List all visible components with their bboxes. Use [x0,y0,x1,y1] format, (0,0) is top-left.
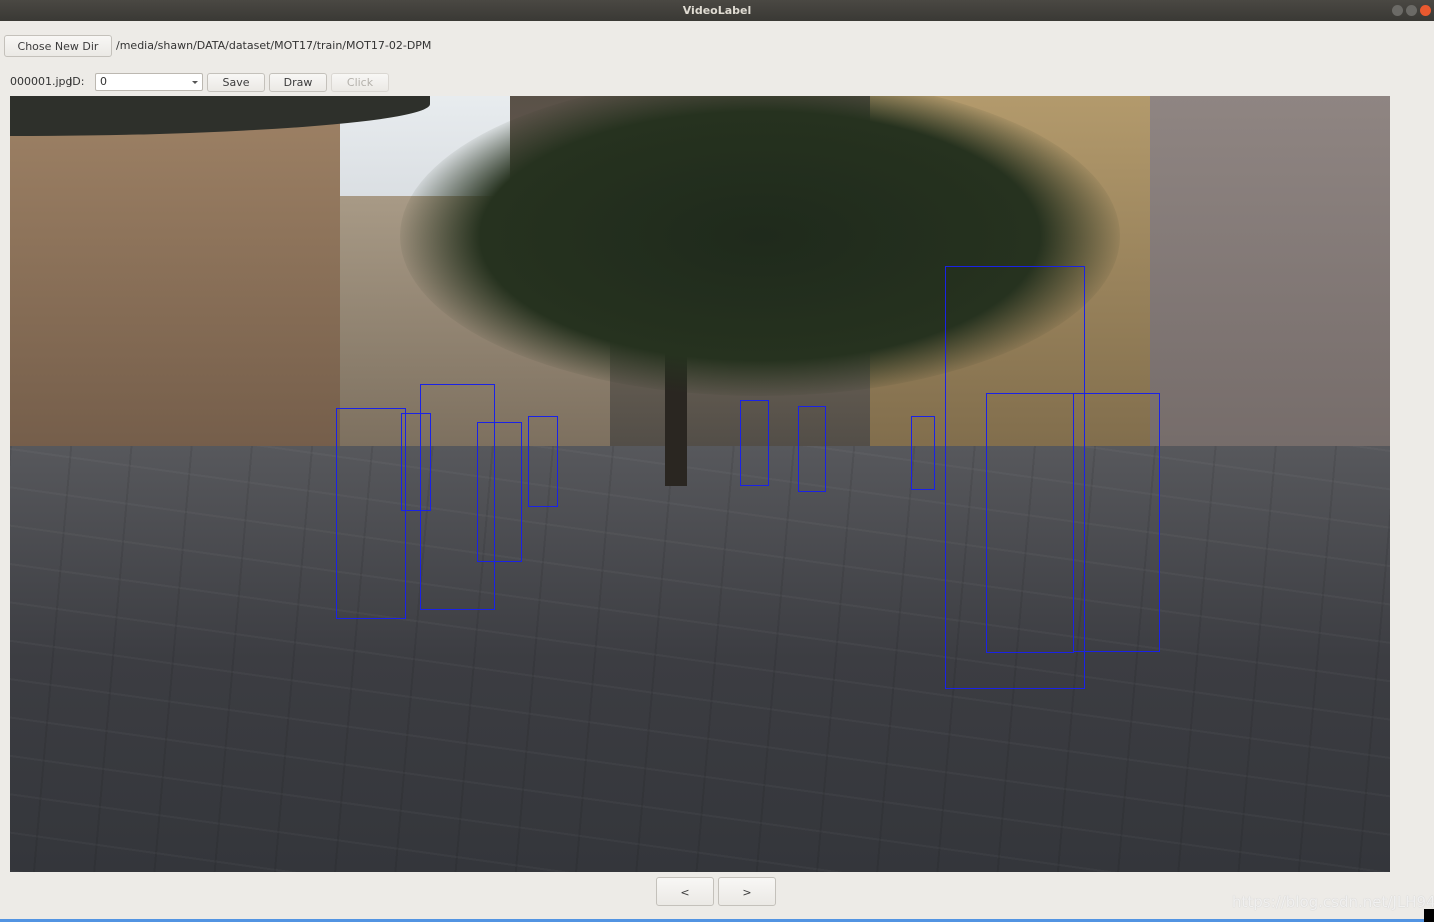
maximize-icon[interactable] [1406,5,1417,16]
directory-path: /media/shawn/DATA/dataset/MOT17/train/MO… [116,39,432,52]
bounding-box[interactable] [911,416,935,490]
close-icon[interactable] [1420,5,1431,16]
chevron-down-icon [192,81,198,84]
bounding-box[interactable] [798,406,826,492]
chose-new-dir-button[interactable]: Chose New Dir [4,35,112,57]
id-select[interactable]: 0 [95,73,203,91]
prev-frame-button[interactable]: < [656,877,714,906]
bounding-box[interactable] [1073,393,1160,652]
resize-corner [1424,909,1434,922]
id-label: ID: [69,75,85,88]
window-title: VideoLabel [682,4,752,17]
bounding-box[interactable] [740,400,769,486]
id-select-value: 0 [100,75,107,88]
bounding-box[interactable] [528,416,558,507]
filename-label: 000001.jpg [10,75,73,88]
minimize-icon[interactable] [1392,5,1403,16]
watermark: https://blog.csdn.net/JLH94 [1232,893,1434,911]
click-button: Click [331,73,389,92]
bounding-box[interactable] [477,422,522,562]
draw-button[interactable]: Draw [269,73,327,92]
bounding-box[interactable] [986,393,1074,653]
video-frame-canvas[interactable] [10,96,1390,872]
save-button[interactable]: Save [207,73,265,92]
bounding-box[interactable] [336,408,406,619]
scene-ground [10,446,1390,872]
next-frame-button[interactable]: > [718,877,776,906]
title-bar: VideoLabel [0,0,1434,21]
